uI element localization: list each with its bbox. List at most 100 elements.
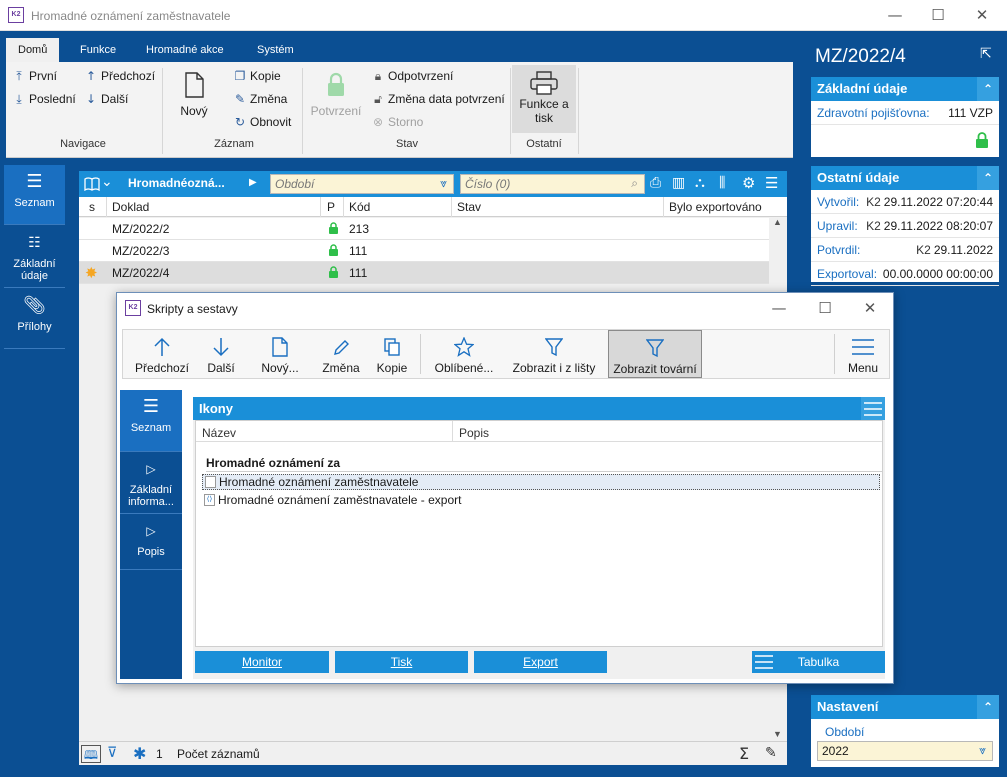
dialog-maximize-button[interactable]: ☐ [803, 293, 847, 323]
nav-prilohy[interactable]: 📎︎ Přílohy [4, 289, 65, 349]
unconfirm-button[interactable]: 🔒︎ Odpotvrzení [371, 69, 454, 84]
menu-icon[interactable]: ☰ [765, 174, 778, 192]
list-item[interactable]: Hromadné oznámení zaměstnavatele [202, 474, 880, 490]
arrow-down-icon [213, 338, 229, 357]
collapse-icon[interactable]: ⌃ [977, 166, 999, 190]
popout-icon[interactable]: ⇱ [980, 46, 992, 62]
script-file-icon: ⟨⟩ [204, 494, 215, 506]
asterisk-icon[interactable]: ✱ [133, 744, 146, 763]
monitor-button[interactable]: Monitor [195, 651, 329, 673]
col-kod[interactable]: Kód [349, 200, 370, 214]
dialog-nav-popis[interactable]: ▷ Popis [120, 514, 182, 570]
list-item[interactable]: ⟨⟩ Hromadné oznámení zaměstnavatele - ex… [202, 493, 880, 509]
cancel-button[interactable]: ⊗ Storno [371, 115, 423, 129]
prev-button[interactable]: ↑ Předchozí [84, 69, 155, 83]
nav-zakladni-udaje[interactable]: ☷ Základní údaje [4, 226, 65, 288]
show-factory-button[interactable]: Zobrazit tovární [608, 330, 702, 378]
next-button[interactable]: Další [199, 330, 243, 378]
dropdown-icon[interactable]: ⩔ [440, 176, 447, 191]
prev-button[interactable]: Předchozí [129, 330, 195, 378]
period-select[interactable]: 2022 ⩔ [817, 741, 993, 761]
edit-icon[interactable]: ✎ [765, 745, 777, 761]
scroll-down-icon[interactable]: ▼ [773, 729, 782, 739]
gear-icon[interactable]: ⚙ [742, 174, 755, 192]
col-popis[interactable]: Popis [459, 426, 489, 440]
col-exported[interactable]: Bylo exportováno [669, 200, 762, 214]
script-list: Název Popis Hromadné oznámení za Hromadn… [195, 420, 883, 647]
period-filter[interactable]: Období ⩔ [270, 174, 454, 194]
refresh-button[interactable]: ↻ Obnovit [233, 115, 291, 129]
copy-button[interactable]: Kopie [371, 330, 413, 378]
star-icon [454, 337, 474, 357]
section-zakladni-udaje: Základní údaje ⌃ Zdravotní pojišťovna: 1… [811, 77, 999, 157]
table-row[interactable]: MZ/2022/2 213 [79, 218, 769, 240]
change-confirm-date-button[interactable]: 🔓︎ Změna data potvrzení [371, 92, 505, 107]
col-s[interactable]: s [89, 200, 95, 214]
close-button[interactable]: ✕ [960, 0, 1004, 31]
group-divider [206, 471, 882, 472]
funkce-tisk-button[interactable]: Funkce a tisk [512, 65, 576, 133]
section-nastaveni: Nastavení ⌃ Období 2022 ⩔ [811, 695, 999, 767]
dropdown-icon[interactable]: ⩔ [979, 743, 986, 758]
grid-title[interactable]: Hromadnéozná... [128, 176, 225, 190]
paperclip-icon: 📎︎ [23, 295, 46, 316]
columns-icon[interactable]: ⫼ [719, 175, 725, 191]
list-menu-button[interactable] [861, 397, 885, 420]
search-icon[interactable]: ⌕ [631, 176, 638, 191]
table-row[interactable]: ✸ MZ/2022/4 111 [79, 262, 769, 284]
tab-system[interactable]: Systém [245, 38, 306, 62]
play-icon[interactable]: ▶ [249, 177, 257, 188]
filter-icon[interactable]: ⊽ [107, 745, 117, 761]
edit-button[interactable]: ✎ Změna [233, 92, 287, 106]
collapse-icon[interactable]: ⌃ [977, 695, 999, 719]
col-stav[interactable]: Stav [457, 200, 481, 214]
scroll-up-icon[interactable]: ▲ [773, 217, 782, 227]
sum-icon[interactable]: Σ [739, 744, 749, 763]
chevron-down-icon[interactable]: ⌄ [101, 174, 113, 190]
lock-icon [976, 132, 988, 148]
favorites-button[interactable]: Oblíbené... [429, 330, 499, 378]
tab-domu[interactable]: Domů [6, 38, 60, 62]
minimize-button[interactable]: — [873, 0, 917, 31]
tab-hromadne-akce[interactable]: Hromadné akce [134, 38, 236, 62]
table-button[interactable]: Tabulka [752, 651, 885, 673]
show-from-bar-button[interactable]: Zobrazit i z lišty [509, 330, 599, 378]
printer-icon [530, 71, 558, 95]
insurer-row: Zdravotní pojišťovna: 111 VZP [811, 101, 999, 125]
dialog-minimize-button[interactable]: — [757, 293, 801, 323]
tree-icon[interactable]: ⛬ [695, 175, 705, 191]
col-p[interactable]: P [327, 200, 335, 214]
dialog-nav-zakladni-informace[interactable]: ▷ Základní informa... [120, 452, 182, 514]
window-title: Hromadné oznámení zaměstnavatele [31, 9, 231, 23]
print-icon[interactable]: ⎙ [650, 175, 661, 191]
period-label: Období [825, 725, 865, 739]
col-separator [320, 197, 321, 217]
last-button[interactable]: ⤓ Poslední [12, 92, 75, 107]
maximize-button[interactable]: ☐ [916, 0, 960, 31]
new-record-button[interactable]: Nový [174, 72, 214, 118]
section-header[interactable]: Základní údaje ⌃ [811, 77, 999, 101]
edit-button[interactable]: Změna [315, 330, 367, 378]
dialog-close-button[interactable]: ✕ [848, 293, 892, 323]
confirm-button[interactable]: Potvrzení [306, 72, 366, 118]
copy-button[interactable]: ❐ Kopie [233, 69, 281, 83]
collapse-icon[interactable]: ⌃ [977, 77, 999, 101]
dialog-nav-seznam[interactable]: ☰ Seznam [120, 390, 182, 452]
table-row[interactable]: MZ/2022/3 111 [79, 240, 769, 262]
col-doklad[interactable]: Doklad [112, 200, 149, 214]
book-icon[interactable]: 🕮︎ [81, 745, 101, 763]
number-search[interactable]: Číslo (0) ⌕ [460, 174, 645, 194]
nav-seznam[interactable]: ☰ Seznam [4, 165, 65, 225]
next-button[interactable]: ↓ Další [84, 92, 128, 106]
new-button[interactable]: Nový... [251, 330, 309, 378]
col-nazev[interactable]: Název [202, 426, 236, 440]
first-button[interactable]: ⤒ První [12, 69, 57, 84]
print-button[interactable]: Tisk [335, 651, 468, 673]
chart-icon[interactable]: ▥ [672, 175, 685, 191]
created-row: Vytvořil: K2 29.11.2022 07:20:44 [811, 190, 999, 214]
section-header[interactable]: Ostatní údaje ⌃ [811, 166, 999, 190]
tab-funkce[interactable]: Funkce [68, 38, 128, 62]
section-header[interactable]: Nastavení ⌃ [811, 695, 999, 719]
menu-button[interactable]: Menu [839, 330, 887, 378]
export-button[interactable]: Export [474, 651, 607, 673]
